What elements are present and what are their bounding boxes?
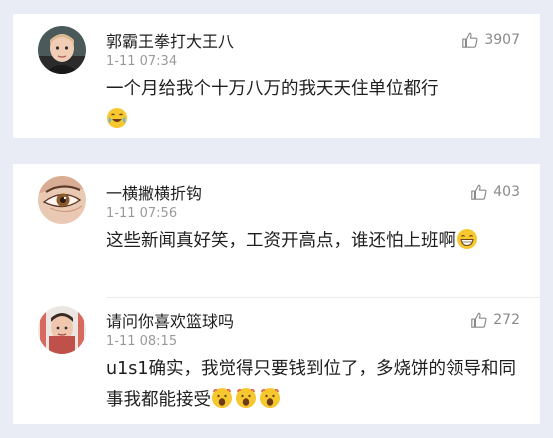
screaming-emoji-icon [235,387,257,409]
comment-text: u1s1确实，我觉得只要钱到位了，多烧饼的领导和同事我都能接受 [106,354,526,416]
comment-time: 1-11 07:34 [106,54,178,69]
comment-time: 1-11 08:15 [106,334,178,349]
like-count: 403 [493,184,520,200]
comment-text: 这些新闻真好笑，工资开高点，谁还怕上班啊 [106,226,526,257]
username[interactable]: 郭霸王拳打大王八 [106,28,234,52]
crying-laughing-emoji-icon [106,107,128,129]
like-count: 272 [493,312,520,328]
comment-item: 郭霸王拳打大王八 1-11 07:34 3907 一个月给我个十万八万的我天天住… [13,14,540,138]
comment-card: 一横撇横折钩 1-11 07:56 403 这些新闻真好笑，工资开高点，谁还怕上… [13,164,540,424]
comment-text: 一个月给我个十万八万的我天天住单位都行 [106,74,526,136]
screaming-emoji-icon [211,387,233,409]
username[interactable]: 一横撇横折钩 [106,180,202,204]
comment-card: 郭霸王拳打大王八 1-11 07:34 3907 一个月给我个十万八万的我天天住… [13,14,540,138]
photo-avatar-icon [38,306,86,354]
like-count: 3907 [484,32,520,48]
screaming-emoji-icon [259,387,281,409]
thumbs-up-icon [471,312,487,328]
thumbs-up-icon [471,184,487,200]
like-button[interactable]: 3907 [461,30,520,50]
comment-body: u1s1确实，我觉得只要钱到位了，多烧饼的领导和同事我都能接受 [106,359,516,410]
eye-avatar-icon [38,176,86,224]
grinning-emoji-icon [456,228,478,250]
avatar[interactable] [38,176,86,224]
comment-body: 这些新闻真好笑，工资开高点，谁还怕上班啊 [106,231,456,251]
comment-item: 一横撇横折钩 1-11 07:56 403 这些新闻真好笑，工资开高点，谁还怕上… [13,164,540,296]
avatar[interactable] [38,26,86,74]
comment-body: 一个月给我个十万八万的我天天住单位都行 [106,79,439,99]
like-button[interactable]: 403 [470,182,520,202]
thumbs-up-icon [462,32,478,48]
username[interactable]: 请问你喜欢篮球吗 [106,308,234,332]
comment-item: 请问你喜欢篮球吗 1-11 08:15 272 u1s1确实，我觉得只要钱到位了… [13,298,540,424]
like-button[interactable]: 272 [470,310,520,330]
child-avatar-icon [38,26,86,74]
comment-time: 1-11 07:56 [106,206,178,221]
avatar[interactable] [38,306,86,354]
